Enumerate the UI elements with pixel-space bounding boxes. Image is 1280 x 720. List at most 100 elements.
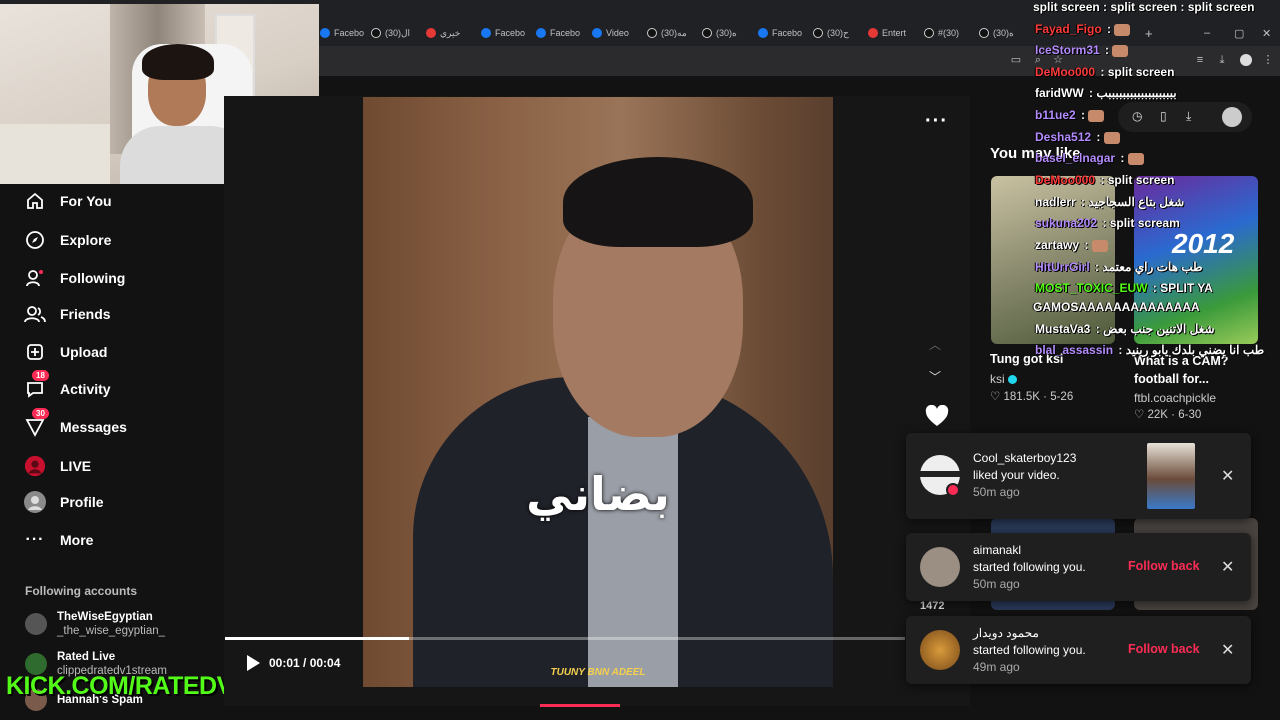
chat-text: طب انا يضني بلدك يابو رينيد	[1125, 343, 1265, 357]
menu-icon[interactable]: ⋮	[1262, 54, 1274, 66]
recommended-title[interactable]: What is a CAM? football for...	[1134, 352, 1259, 388]
reading-list-icon[interactable]: ≡	[1194, 54, 1206, 66]
sidebar-item-upload[interactable]: Upload	[24, 338, 107, 366]
download-icon[interactable]: ⤓	[1216, 54, 1228, 66]
recommended-stats: ♡ 22K · 6-30	[1134, 409, 1202, 421]
tiktok-icon	[647, 28, 657, 38]
cast-icon[interactable]: ▭	[1010, 54, 1022, 66]
following-icon	[24, 267, 46, 289]
browser-tab[interactable]: Entert	[868, 24, 912, 42]
notification-card[interactable]: Cool_skaterboy123 liked your video. 50m …	[906, 433, 1251, 519]
chat-username: zartawy	[1035, 238, 1080, 252]
chat-message: IceStorm31 :	[1035, 43, 1129, 57]
follow-back-button[interactable]: Follow back	[1128, 559, 1200, 573]
follow-back-button[interactable]: Follow back	[1128, 642, 1200, 656]
chat-separator: :	[1081, 238, 1092, 252]
home-icon	[24, 190, 46, 212]
device-icon[interactable]: ▯	[1160, 109, 1167, 123]
chat-separator: :	[1085, 86, 1097, 100]
tiktok-icon	[924, 28, 934, 38]
video-frame[interactable]: بضاني TUUNY BNN ADEEL	[363, 97, 833, 687]
sidebar-item-profile[interactable]: Profile	[24, 488, 104, 516]
notification-card[interactable]: aimanakl started following you. 50m ago …	[906, 533, 1251, 601]
youtube-icon	[868, 28, 878, 38]
notification-avatar	[920, 547, 960, 587]
browser-tab[interactable]: (30)مه	[647, 24, 691, 42]
previous-video-icon[interactable]: ︿	[929, 336, 941, 353]
chat-separator: :	[1103, 22, 1115, 36]
facebook-icon	[481, 28, 491, 38]
profile-avatar-icon[interactable]	[1240, 54, 1252, 66]
browser-tab[interactable]: Facebo	[481, 24, 525, 42]
browser-tab[interactable]: Facebo	[536, 24, 580, 42]
chat-message: basel_elnagar :	[1035, 151, 1144, 165]
browser-tab[interactable]: Video	[592, 24, 636, 42]
minimize-icon[interactable]: –	[1204, 24, 1218, 42]
chat-message: split screen : split screen : split scre…	[1033, 0, 1254, 14]
close-window-icon[interactable]: ✕	[1262, 24, 1276, 42]
kick-stream-logo: KICK.COM/RATEDV1	[6, 672, 247, 700]
sidebar-item-more[interactable]: ··· More	[24, 526, 94, 554]
youtube-icon	[426, 28, 436, 38]
browser-tab[interactable]: #(30)	[924, 24, 968, 42]
browser-tab[interactable]: (30)ه	[702, 24, 746, 42]
facebook-icon	[320, 28, 330, 38]
browser-tab[interactable]: Facebo	[758, 24, 802, 42]
sidebar-item-friends[interactable]: Friends	[24, 300, 111, 328]
heart-outline-icon: ♡	[990, 391, 1001, 403]
activity-badge: 18	[32, 370, 49, 381]
new-tab-icon[interactable]: +	[1145, 24, 1159, 42]
compass-icon	[24, 229, 46, 251]
sidebar-item-live[interactable]: LIVE	[24, 452, 91, 480]
chat-separator: :	[1101, 43, 1113, 57]
browser-tab[interactable]: خيري	[426, 24, 470, 42]
chat-text: شغل بتاع السجاجيد	[1088, 195, 1185, 209]
messages-icon: 30	[24, 408, 49, 438]
chat-message: Desha512 :	[1035, 130, 1120, 144]
recommended-author[interactable]: ftbl.coachpickle	[1134, 391, 1216, 405]
browser-tab[interactable]: Facebo	[320, 24, 364, 42]
next-video-icon[interactable]: ﹀	[929, 368, 941, 385]
browser-tab[interactable]: (30)ه	[979, 24, 1023, 42]
like-count: 1472	[920, 600, 945, 612]
sidebar-item-for-you[interactable]: For You	[24, 187, 112, 215]
chat-separator: :	[1117, 151, 1128, 165]
maximize-icon[interactable]: ▢	[1234, 24, 1248, 42]
sidebar-item-following[interactable]: Following	[24, 264, 125, 292]
recommended-author[interactable]: ksi	[990, 372, 1018, 386]
heart-icon[interactable]	[925, 405, 949, 427]
sidebar-item-messages[interactable]: 30 Messages	[24, 408, 127, 441]
close-icon[interactable]: ✕	[1221, 466, 1234, 486]
chat-separator: :	[1115, 343, 1126, 357]
video-time: 00:01 / 00:04	[269, 656, 341, 670]
sidebar-item-explore[interactable]: Explore	[24, 226, 111, 254]
chat-message: HitUrrGirl : طب هات راي معتمد	[1035, 260, 1203, 274]
browser-tab[interactable]: (30)ال	[371, 24, 415, 42]
upload-icon	[24, 341, 46, 363]
messages-badge: 30	[32, 408, 49, 419]
chat-message: blal_assassin : طب انا يضني بلدك يابو ري…	[1035, 343, 1264, 357]
speed-icon[interactable]: ◷	[1132, 109, 1142, 123]
chat-username: b11ue2	[1035, 108, 1076, 122]
chat-separator: :	[1149, 281, 1161, 295]
download-video-icon[interactable]: ⤓	[1186, 109, 1191, 124]
following-account[interactable]: TheWiseEgyptian _the_wise_egyptian_	[25, 610, 165, 638]
sidebar-item-activity[interactable]: 18 Activity	[24, 370, 111, 403]
user-avatar-icon[interactable]	[1222, 107, 1242, 127]
emote-icon	[1091, 239, 1108, 252]
play-icon[interactable]	[244, 654, 262, 672]
chat-separator: :	[1092, 322, 1104, 336]
chat-username: basel_elnagar	[1035, 151, 1116, 165]
chat-username: MOST_TOXIC_EUW	[1035, 281, 1148, 295]
browser-tab[interactable]: (30)ح	[813, 24, 857, 42]
chat-message: MustaVa3 : شغل الاتنين جنب بعض	[1035, 322, 1215, 336]
close-icon[interactable]: ✕	[1221, 640, 1234, 660]
following-accounts-heading: Following accounts	[25, 584, 138, 598]
more-options-icon[interactable]: ···	[925, 110, 948, 133]
notification-card[interactable]: محمود دويدار started following you. 49m …	[906, 616, 1251, 684]
video-thumbnail[interactable]	[1147, 443, 1195, 509]
close-icon[interactable]: ✕	[1221, 557, 1234, 577]
video-progress-fill	[225, 637, 409, 640]
emote-icon	[1112, 44, 1129, 57]
tiktok-icon	[371, 28, 381, 38]
